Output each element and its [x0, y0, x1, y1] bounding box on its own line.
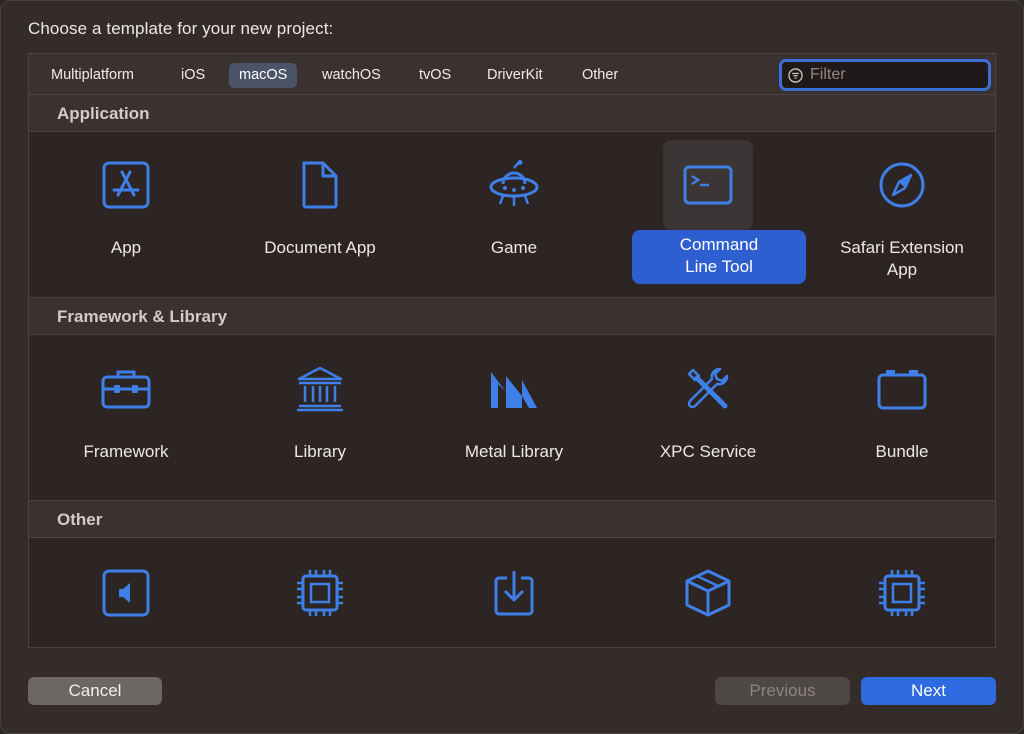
- template-icon-box: [857, 344, 947, 434]
- template-app[interactable]: App: [29, 136, 223, 296]
- filter-field[interactable]: [779, 59, 991, 91]
- template-label: App: [110, 238, 142, 257]
- chip-icon: [879, 570, 925, 616]
- template-icon-box: [857, 140, 947, 230]
- app-store-icon: [102, 161, 150, 209]
- template-safari-extension-app[interactable]: Safari Extension App: [805, 136, 999, 296]
- template-label: Command Line Tool: [632, 230, 806, 284]
- new-project-dialog: Choose a template for your new project: …: [0, 0, 1024, 734]
- section-header-other: Other: [29, 500, 995, 538]
- tab-watchos[interactable]: watchOS: [312, 63, 391, 88]
- section-title: Other: [57, 510, 103, 529]
- next-button[interactable]: Next: [861, 677, 996, 705]
- template-document-app[interactable]: Document App: [223, 136, 417, 296]
- template-icon-box: [469, 344, 559, 434]
- section-header-application: Application: [29, 94, 995, 132]
- section-title: Framework & Library: [57, 307, 228, 326]
- package-icon: [685, 569, 731, 617]
- template-label: Framework: [83, 442, 169, 461]
- template-bundle[interactable]: Bundle: [805, 340, 999, 500]
- template-label: Metal Library: [464, 442, 564, 461]
- compass-icon: [879, 162, 925, 208]
- label-line: Safari Extension: [840, 238, 964, 257]
- filter-icon: [788, 68, 803, 83]
- tab-macos[interactable]: macOS: [229, 63, 298, 88]
- download-tray-icon: [494, 571, 534, 616]
- speaker-icon: [102, 569, 150, 617]
- tab-driverkit[interactable]: DriverKit: [477, 63, 553, 88]
- template-icon-box: [663, 548, 753, 638]
- tab-tvos[interactable]: tvOS: [409, 63, 461, 88]
- ufo-icon: [489, 160, 539, 206]
- cancel-button[interactable]: Cancel: [28, 677, 162, 705]
- previous-button[interactable]: Previous: [715, 677, 850, 705]
- template-framework[interactable]: Framework: [29, 340, 223, 500]
- template-panel: Multiplatform iOS macOS watchOS tvOS Dri…: [28, 53, 996, 648]
- section-title: Application: [57, 104, 150, 123]
- platform-tabbar: Multiplatform iOS macOS watchOS tvOS Dri…: [29, 54, 995, 96]
- template-icon-box: [663, 344, 753, 434]
- label-line: Command: [679, 235, 759, 254]
- template-icon-box: [81, 140, 171, 230]
- bundle-icon: [877, 370, 927, 410]
- template-icon-box: [81, 344, 171, 434]
- template-icon-box: [857, 548, 947, 638]
- template-other-1[interactable]: [29, 544, 223, 644]
- template-command-line-tool[interactable]: Command Line Tool: [611, 136, 806, 296]
- section-header-framework-library: Framework & Library: [29, 297, 995, 335]
- template-label: Document App: [264, 238, 376, 257]
- toolbox-icon: [101, 370, 151, 409]
- template-icon-box: [81, 548, 171, 638]
- template-other-4[interactable]: [611, 544, 805, 644]
- tab-other[interactable]: Other: [572, 63, 628, 88]
- tab-ios[interactable]: iOS: [171, 63, 215, 88]
- template-icon-box: [275, 548, 365, 638]
- template-label: Safari Extension App: [805, 237, 999, 281]
- template-icon-box: [275, 140, 365, 230]
- document-icon: [302, 161, 338, 209]
- dialog-heading: Choose a template for your new project:: [28, 19, 334, 38]
- label-line: App: [886, 260, 918, 279]
- template-other-5[interactable]: [805, 544, 999, 644]
- wrench-screwdriver-icon: [687, 367, 729, 409]
- label-line: Line Tool: [685, 257, 753, 276]
- template-other-3[interactable]: [417, 544, 611, 644]
- template-icon-box: [275, 344, 365, 434]
- template-game[interactable]: Game: [417, 136, 611, 296]
- template-icon-box: [469, 140, 559, 230]
- filter-input[interactable]: [810, 64, 985, 86]
- template-icon-box: [663, 140, 753, 230]
- building-columns-icon: [297, 366, 343, 412]
- template-other-2[interactable]: [223, 544, 417, 644]
- template-label: Game: [490, 238, 538, 257]
- terminal-icon: [683, 165, 733, 205]
- tab-multiplatform[interactable]: Multiplatform: [41, 63, 144, 88]
- template-label: Library: [294, 442, 346, 461]
- chip-icon: [297, 570, 343, 616]
- template-label: Bundle: [875, 442, 929, 461]
- metal-icon: [491, 372, 537, 408]
- template-xpc-service[interactable]: XPC Service: [611, 340, 805, 500]
- template-metal-library[interactable]: Metal Library: [417, 340, 611, 500]
- template-library[interactable]: Library: [223, 340, 417, 500]
- template-label: XPC Service: [659, 442, 757, 461]
- template-icon-box: [469, 548, 559, 638]
